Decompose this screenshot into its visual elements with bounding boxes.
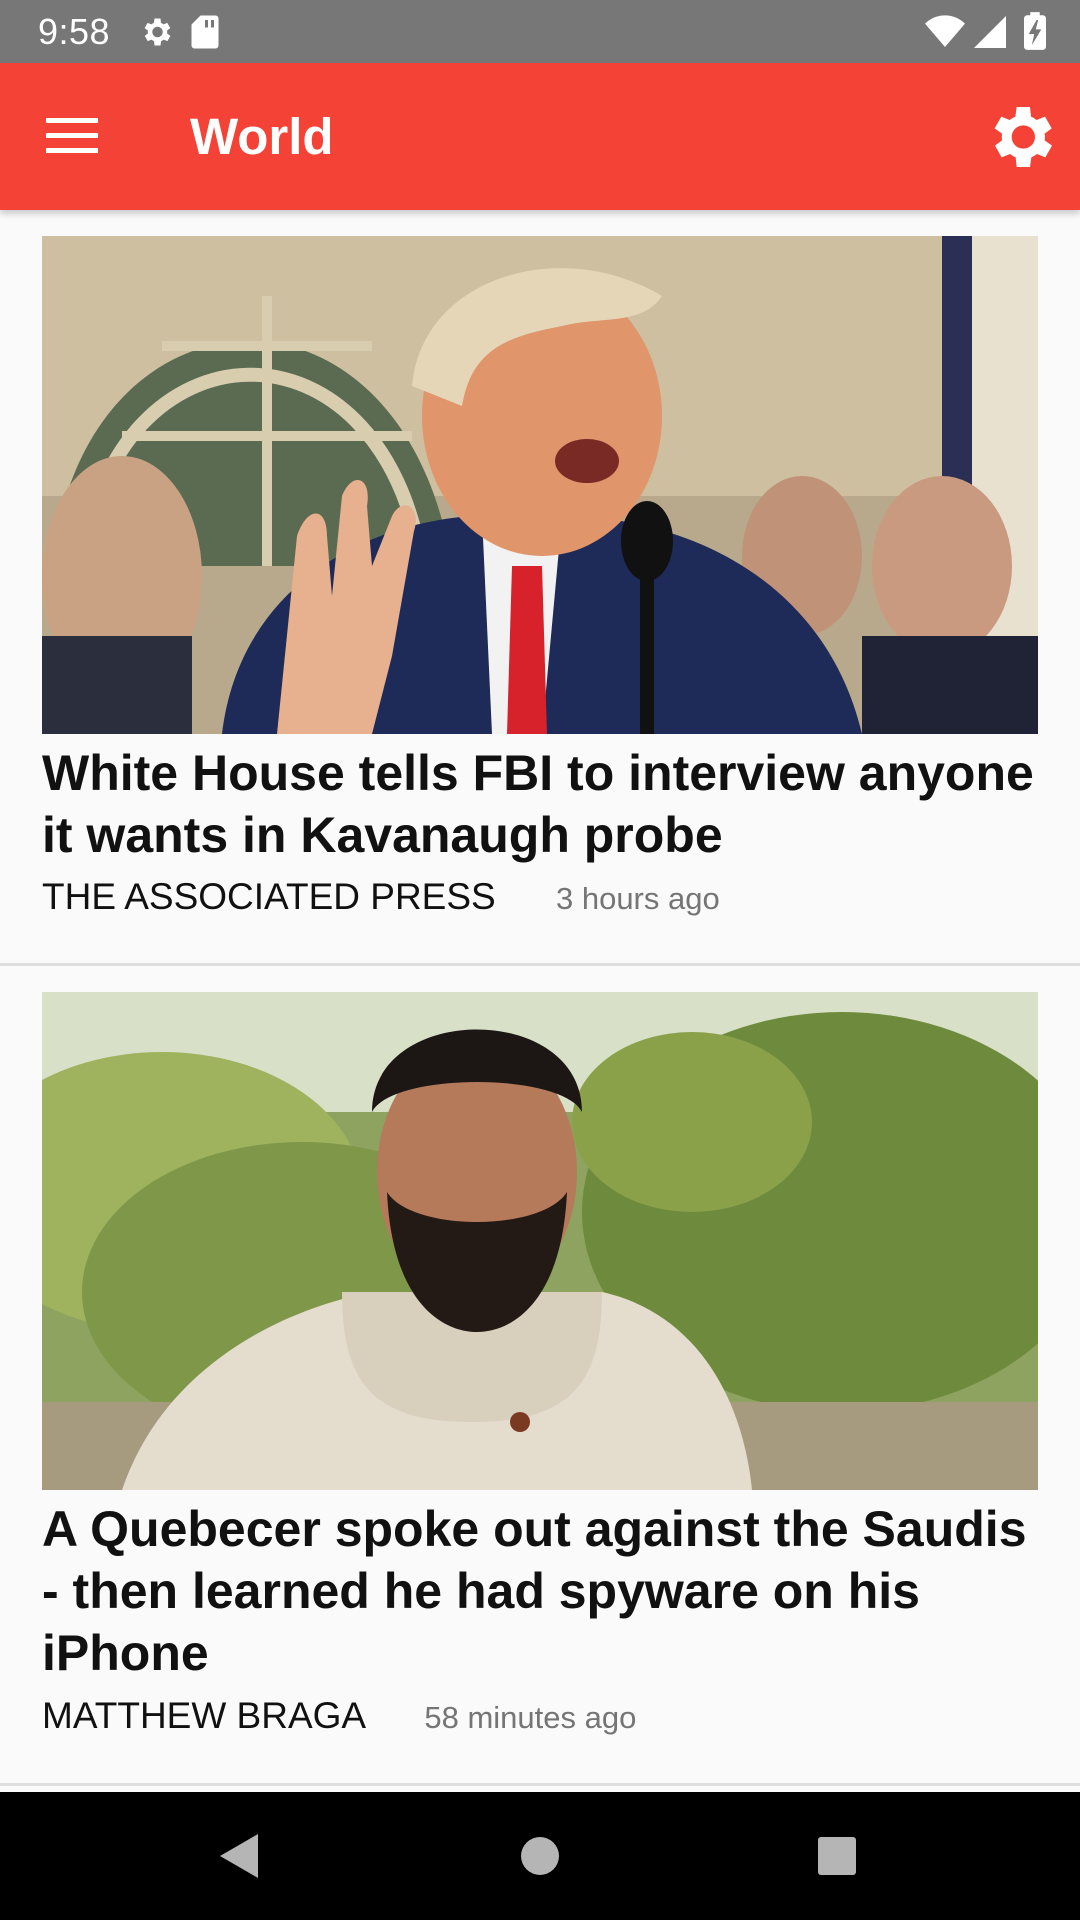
article-meta: THE ASSOCIATED PRESS 3 hours ago: [42, 875, 720, 921]
article-source: THE ASSOCIATED PRESS: [42, 876, 496, 917]
battery-charging-icon: [1024, 12, 1046, 50]
menu-button[interactable]: [30, 101, 116, 171]
gear-icon: [994, 107, 1052, 167]
app-bar: World: [0, 63, 1080, 210]
status-bar: 9:58: [0, 0, 1080, 63]
status-left-icons: [138, 14, 220, 55]
recents-icon: [818, 1837, 856, 1875]
article-time: 3 hours ago: [555, 881, 720, 916]
article-source: MATTHEW BRAGA: [42, 1695, 365, 1736]
article-time: 58 minutes ago: [424, 1700, 637, 1735]
news-feed[interactable]: White House tells FBI to interview anyon…: [0, 210, 1080, 1792]
article-title[interactable]: White House tells FBI to interview anyon…: [42, 742, 1042, 866]
status-right-icons: [925, 12, 1046, 55]
gear-icon: [144, 18, 171, 46]
settings-button[interactable]: [980, 97, 1060, 177]
cell-signal-icon: [973, 16, 1006, 48]
page-title: World: [190, 108, 334, 165]
article-title[interactable]: A Quebecer spoke out against the Saudis …: [42, 1498, 1042, 1684]
article-image[interactable]: [42, 236, 1038, 734]
status-time: 9:58: [38, 11, 111, 52]
home-button[interactable]: [500, 1816, 580, 1896]
system-nav-bar: [0, 1792, 1080, 1920]
article-image[interactable]: [42, 992, 1038, 1490]
home-icon: [521, 1837, 559, 1875]
article-card[interactable]: A Quebecer spoke out against the Saudis …: [0, 966, 1080, 1786]
sd-card-icon: [191, 15, 219, 49]
back-button[interactable]: [200, 1816, 280, 1896]
article-card[interactable]: White House tells FBI to interview anyon…: [0, 210, 1080, 966]
article-meta: MATTHEW BRAGA 58 minutes ago: [42, 1694, 636, 1740]
wifi-icon: [925, 15, 966, 47]
back-icon: [220, 1834, 258, 1878]
recents-button[interactable]: [797, 1816, 877, 1896]
hamburger-menu-icon: [46, 118, 98, 153]
